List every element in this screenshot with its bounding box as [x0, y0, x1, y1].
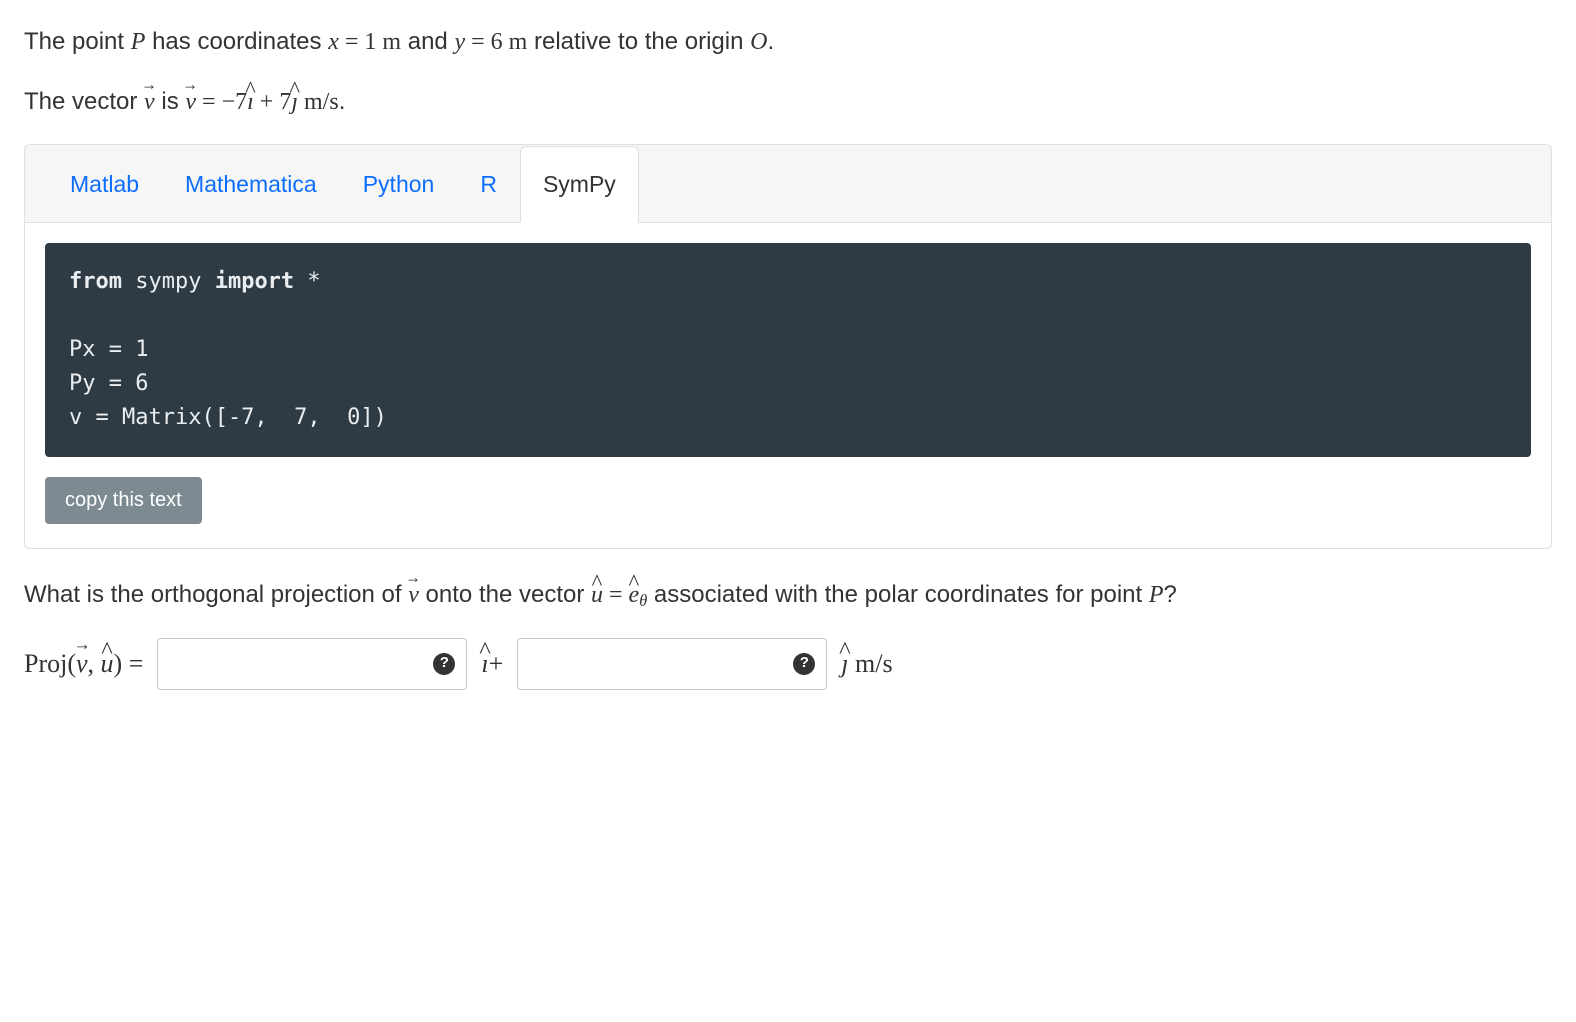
eq: = [339, 29, 365, 55]
help-icon[interactable]: ? [793, 653, 815, 675]
unit-ms: m/s [298, 89, 339, 115]
var-v: v [408, 577, 419, 613]
var-v: v [144, 84, 155, 120]
input-i-wrap: ? [157, 638, 467, 690]
v-coef-j: + 7 [254, 89, 292, 115]
eq: = [465, 29, 491, 55]
kw-from: from [69, 269, 122, 294]
text: has coordinates [145, 28, 328, 55]
proj-text: Proj( [24, 649, 76, 678]
answer-i-input[interactable] [157, 638, 467, 690]
problem-line-1: The point P has coordinates x = 1 m and … [24, 24, 1552, 60]
unit-m: m [376, 29, 401, 55]
jhat-unit: ȷ m/s [841, 644, 892, 683]
var-P: P [131, 29, 146, 55]
help-icon[interactable]: ? [433, 653, 455, 675]
ihat-plus: ı+ [481, 644, 503, 683]
var-x: x [328, 29, 339, 55]
code-line: Px = 1 [69, 337, 148, 362]
text: associated with the polar coordinates fo… [647, 581, 1149, 608]
tab-sympy[interactable]: SymPy [520, 146, 639, 223]
tab-python[interactable]: Python [340, 146, 458, 223]
j-hat: ȷ [841, 644, 848, 683]
text: relative to the origin [527, 28, 750, 55]
code-line: Py = 6 [69, 371, 148, 396]
eq: = [196, 89, 222, 115]
code-text: * [294, 269, 321, 294]
code-line: v = Matrix([-7, 7, 0]) [69, 405, 387, 430]
var-v: v [76, 644, 88, 683]
tab-bar: Matlab Mathematica Python R SymPy [25, 145, 1551, 223]
copy-button[interactable]: copy this text [45, 477, 202, 524]
var-P: P [1149, 582, 1164, 608]
text: . [339, 88, 346, 115]
answer-row: Proj(v, u) = ? ı+ ? ȷ m/s [24, 638, 1552, 690]
problem-line-2: The vector v is v = −7ı + 7ȷ m/s. [24, 84, 1552, 120]
i-hat: ı [481, 644, 488, 683]
var-u: u [591, 577, 603, 613]
eq: = [603, 582, 629, 608]
text: The vector [24, 88, 144, 115]
y-value: 6 [491, 29, 503, 55]
text: ? [1164, 581, 1177, 608]
proj-label: Proj(v, u) = [24, 644, 143, 683]
unit-ms: m/s [849, 649, 893, 678]
input-j-wrap: ? [517, 638, 827, 690]
tab-matlab[interactable]: Matlab [47, 146, 162, 223]
tab-mathematica[interactable]: Mathematica [162, 146, 340, 223]
unit-m: m [503, 29, 528, 55]
proj-text: ) = [114, 649, 144, 678]
text: is [155, 88, 186, 115]
i-hat: ı [247, 84, 254, 120]
kw-import: import [215, 269, 294, 294]
var-v: v [185, 84, 196, 120]
var-u: u [101, 644, 114, 683]
tab-r[interactable]: R [457, 146, 520, 223]
var-y: y [454, 29, 465, 55]
text: What is the orthogonal projection of [24, 581, 408, 608]
code-text: sympy [122, 269, 215, 294]
j-hat: ȷ [291, 84, 298, 120]
var-O: O [750, 29, 767, 55]
code-panel: Matlab Mathematica Python R SymPy from s… [24, 144, 1552, 549]
text: onto the vector [419, 581, 591, 608]
question: What is the orthogonal projection of v o… [24, 577, 1552, 614]
v-coef-i: −7 [222, 89, 248, 115]
text: and [401, 28, 454, 55]
var-e-theta: e [629, 577, 640, 613]
code-block: from sympy import * Px = 1 Py = 6 v = Ma… [45, 243, 1531, 457]
answer-j-input[interactable] [517, 638, 827, 690]
text: . [767, 28, 774, 55]
text: The point [24, 28, 131, 55]
x-value: 1 [364, 29, 376, 55]
